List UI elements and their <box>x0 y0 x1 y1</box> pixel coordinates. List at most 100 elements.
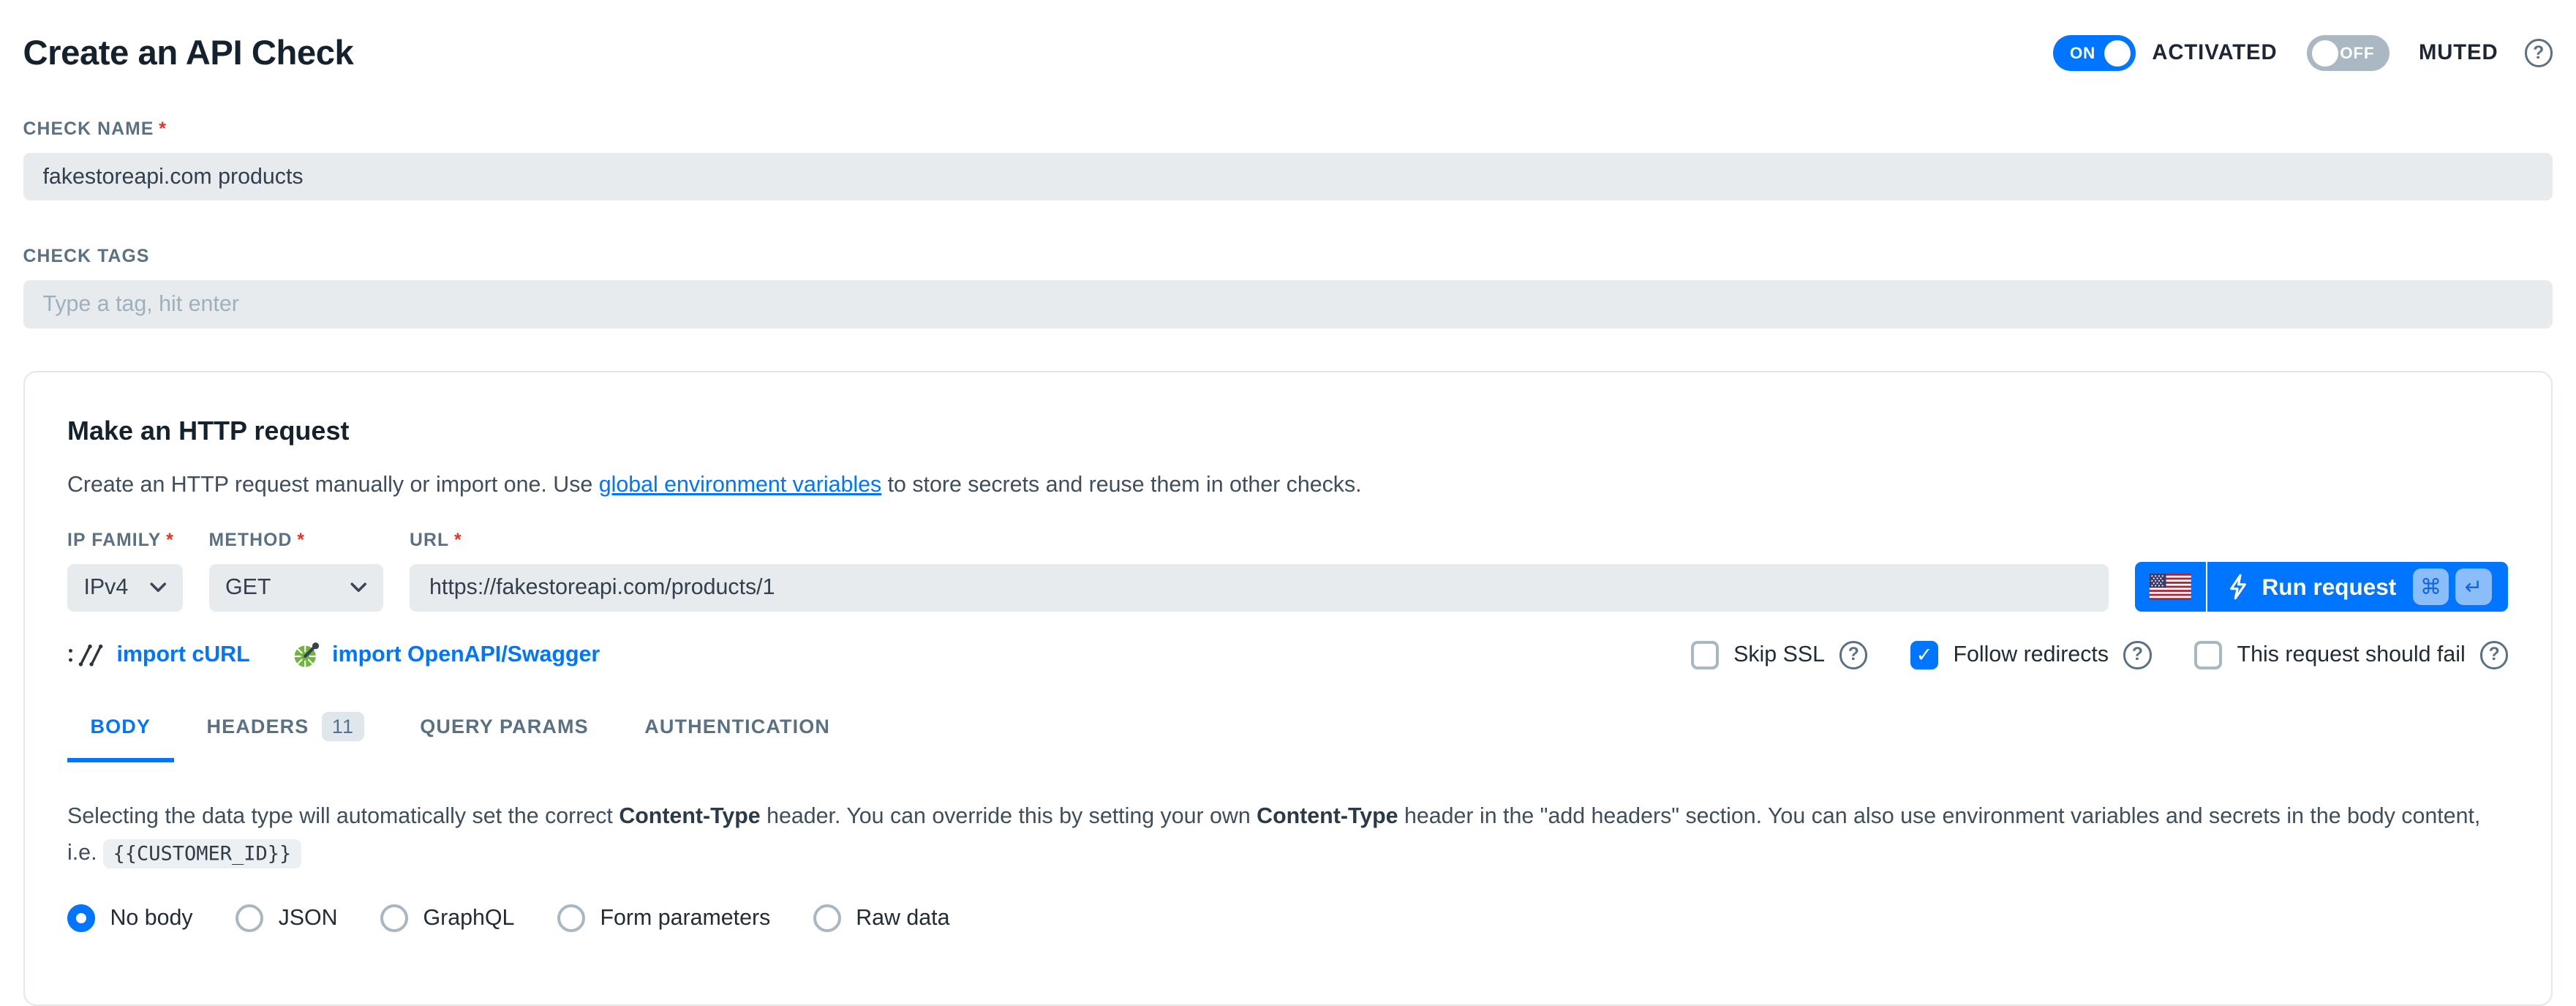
tab-query-params[interactable]: QUERY PARAMS <box>397 712 612 762</box>
help-icon[interactable]: ? <box>2123 641 2151 669</box>
muted-label: MUTED <box>2419 41 2498 65</box>
chevron-down-icon <box>350 582 367 593</box>
required-asterisk: * <box>297 530 305 550</box>
hint-text: Selecting the data type will automatical… <box>67 804 619 828</box>
description-suffix: to store secrets and reuse them in other… <box>881 473 1361 497</box>
create-api-check-page: Create an API Check ON ACTIVATED OFF MUT… <box>0 0 2575 1006</box>
radio-icon[interactable] <box>67 904 95 932</box>
tab-headers-label: HEADERS <box>207 716 309 738</box>
import-swagger-link[interactable]: import OpenAPI/Swagger <box>293 641 600 669</box>
import-swagger-label: import OpenAPI/Swagger <box>332 642 600 667</box>
tab-authentication[interactable]: AUTHENTICATION <box>622 712 854 762</box>
description-prefix: Create an HTTP request manually or impor… <box>67 473 599 497</box>
activated-toggle[interactable]: ON <box>2053 35 2136 72</box>
url-label-text: URL <box>410 530 449 550</box>
follow-redirects-label: Follow redirects <box>1953 642 2109 667</box>
body-type-no-body[interactable]: No body <box>67 904 193 932</box>
radio-icon[interactable] <box>557 904 585 932</box>
lightning-icon <box>2227 574 2248 600</box>
request-should-fail-checkbox[interactable] <box>2194 641 2222 669</box>
check-name-input[interactable] <box>23 153 2553 200</box>
import-curl-label: import cURL <box>117 642 250 667</box>
activated-label: ACTIVATED <box>2152 41 2277 65</box>
required-asterisk: * <box>454 530 462 550</box>
ip-family-field: IP FAMILY* IPv4 <box>67 530 183 612</box>
request-tabs: BODY HEADERS 11 QUERY PARAMS AUTHENTICAT… <box>67 712 2508 762</box>
muted-toggle[interactable]: OFF <box>2307 35 2389 72</box>
tab-headers[interactable]: HEADERS 11 <box>184 712 387 762</box>
help-icon[interactable]: ? <box>2480 641 2508 669</box>
body-type-json[interactable]: JSON <box>236 904 337 932</box>
radio-label: JSON <box>279 906 338 931</box>
required-asterisk: * <box>166 530 174 550</box>
body-type-graphql[interactable]: GraphQL <box>380 904 514 932</box>
run-request-button[interactable]: Run request ⌘ ↵ <box>2207 562 2508 612</box>
import-links: import cURL <box>67 641 600 669</box>
skip-ssl-label: Skip SSL <box>1733 642 1825 667</box>
radio-label: Raw data <box>856 906 949 931</box>
command-key-icon: ⌘ <box>2413 568 2449 605</box>
content-type-bold: Content-Type <box>619 804 760 828</box>
import-curl-link[interactable]: import cURL <box>67 642 250 667</box>
us-flag-icon <box>2149 574 2192 600</box>
page-header: Create an API Check ON ACTIVATED OFF MUT… <box>23 33 2553 73</box>
follow-redirects-checkbox[interactable]: ✓ <box>1910 641 1938 669</box>
radio-label: GraphQL <box>423 906 515 931</box>
ip-family-label-text: IP FAMILY <box>67 530 161 550</box>
radio-icon[interactable] <box>236 904 263 932</box>
radio-icon[interactable] <box>813 904 841 932</box>
toggle-knob <box>2104 40 2131 67</box>
body-type-hint: Selecting the data type will automatical… <box>67 798 2508 871</box>
headers-count-badge: 11 <box>322 712 364 741</box>
request-should-fail-option: This request should fail ? <box>2194 641 2508 669</box>
curl-logo-icon <box>67 644 105 667</box>
follow-redirects-option: ✓ Follow redirects ? <box>1910 641 2152 669</box>
customer-id-code-chip: {{CUSTOMER_ID}} <box>103 839 301 868</box>
toggle-off-text: OFF <box>2340 44 2374 63</box>
body-type-raw-data[interactable]: Raw data <box>813 904 950 932</box>
url-label: URL* <box>410 530 2109 551</box>
run-request-group: Run request ⌘ ↵ <box>2135 562 2508 612</box>
tab-authentication-label: AUTHENTICATION <box>644 716 830 738</box>
radio-label: Form parameters <box>600 906 770 931</box>
import-options-row: import cURL <box>67 641 2508 669</box>
method-select[interactable]: GET <box>209 564 384 612</box>
card-title: Make an HTTP request <box>67 416 2508 446</box>
swagger-logo-icon <box>293 641 320 669</box>
url-input[interactable] <box>410 564 2109 612</box>
shortcut-keys: ⌘ ↵ <box>2413 568 2492 605</box>
method-label-text: METHOD <box>209 530 293 550</box>
tab-body[interactable]: BODY <box>67 712 174 762</box>
request-options: Skip SSL ? ✓ Follow redirects ? This req… <box>1691 641 2509 669</box>
url-field: URL* <box>410 530 2109 612</box>
toggle-on-text: ON <box>2070 44 2095 63</box>
method-value: GET <box>225 575 271 600</box>
run-request-label: Run request <box>2261 574 2396 601</box>
help-icon[interactable]: ? <box>2525 39 2553 67</box>
radio-label: No body <box>110 906 193 931</box>
toggle-knob <box>2312 40 2338 67</box>
check-name-label: CHECK NAME* <box>23 119 2553 140</box>
global-env-variables-link[interactable]: global environment variables <box>599 473 881 497</box>
help-icon[interactable]: ? <box>1839 641 1867 669</box>
check-icon: ✓ <box>1916 645 1933 665</box>
card-description: Create an HTTP request manually or impor… <box>67 473 2508 498</box>
header-controls: ON ACTIVATED OFF MUTED ? <box>2053 35 2552 72</box>
skip-ssl-checkbox[interactable] <box>1691 641 1719 669</box>
method-label: METHOD* <box>209 530 384 551</box>
page-title: Create an API Check <box>23 33 354 73</box>
body-type-form-parameters[interactable]: Form parameters <box>557 904 770 932</box>
check-name-label-text: CHECK NAME <box>23 119 154 139</box>
http-request-card: Make an HTTP request Create an HTTP requ… <box>23 371 2553 1006</box>
radio-icon[interactable] <box>380 904 408 932</box>
tab-query-params-label: QUERY PARAMS <box>420 716 589 738</box>
ip-family-value: IPv4 <box>84 575 129 600</box>
run-location-flag-button[interactable] <box>2135 562 2207 612</box>
body-type-radios: No body JSON GraphQL Form parameters Raw… <box>67 904 2508 932</box>
required-asterisk: * <box>159 119 167 139</box>
method-field: METHOD* GET <box>209 530 384 612</box>
ip-family-select[interactable]: IPv4 <box>67 564 183 612</box>
check-tags-input[interactable] <box>23 280 2553 328</box>
return-key-icon: ↵ <box>2455 568 2492 605</box>
content-type-bold: Content-Type <box>1257 804 1398 828</box>
